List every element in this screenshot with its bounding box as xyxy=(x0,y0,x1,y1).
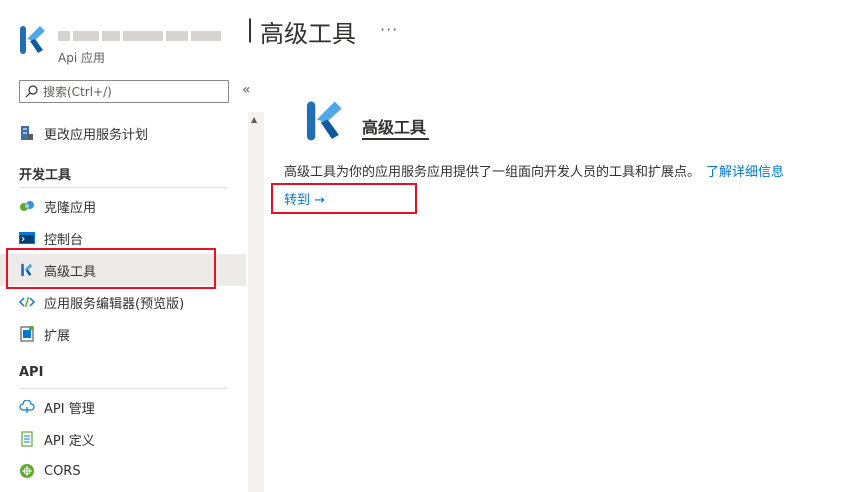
search-icon xyxy=(25,85,38,98)
sidebar-item-label: 克隆应用 xyxy=(44,200,97,216)
sidebar-item-app-service-editor[interactable]: 应用服务编辑器(预览版) xyxy=(0,286,246,318)
sidebar-item-api-management[interactable]: API 管理 xyxy=(0,391,246,423)
more-options-button[interactable]: ··· xyxy=(380,20,398,39)
sidebar-item-change-plan[interactable]: 更改应用服务计划 xyxy=(0,117,246,149)
kudu-icon xyxy=(19,262,35,278)
resource-type-subtitle: Api 应用 xyxy=(58,51,105,65)
sidebar-item-label: 高级工具 xyxy=(44,264,97,280)
title-separator: | xyxy=(246,15,255,43)
go-link[interactable]: 转到 → xyxy=(284,189,325,208)
section-divider xyxy=(19,388,227,389)
sidebar-item-label: 控制台 xyxy=(44,232,84,248)
learn-more-link[interactable]: 了解详细信息 xyxy=(706,165,784,180)
sidebar-item-label: CORS xyxy=(44,463,81,479)
sidebar-item-label: 应用服务编辑器(预览版) xyxy=(44,296,185,312)
sidebar-item-label: API 定义 xyxy=(44,433,95,449)
resource-name-redacted xyxy=(58,26,244,42)
section-header-api: API xyxy=(19,365,44,380)
sidebar-item-label: 扩展 xyxy=(44,328,71,344)
api-management-icon xyxy=(19,399,35,415)
section-divider xyxy=(19,187,227,188)
code-editor-icon xyxy=(19,294,35,310)
extensions-icon xyxy=(19,326,35,342)
clone-icon xyxy=(19,198,35,214)
description-text: 高级工具为你的应用服务应用提供了一组面向开发人员的工具和扩展点。 了解详细信息 xyxy=(284,161,784,180)
collapse-sidebar-button[interactable]: « xyxy=(242,82,251,98)
sidebar-nav: 更改应用服务计划 开发工具 克隆应用 控制台 高级工具 应用服务编辑器(预览版)… xyxy=(0,112,248,492)
sidebar-item-cors[interactable]: CORS xyxy=(0,455,246,487)
api-definition-icon xyxy=(19,431,35,447)
search-box[interactable] xyxy=(19,80,229,103)
page-header: | 高级工具 ··· Api 应用 xyxy=(0,0,843,70)
sidebar-item-advanced-tools[interactable]: 高级工具 xyxy=(0,254,246,286)
description-body: 高级工具为你的应用服务应用提供了一组面向开发人员的工具和扩展点。 xyxy=(284,165,701,180)
sidebar-item-clone-app[interactable]: 克隆应用 xyxy=(0,190,246,222)
sidebar-scrollbar[interactable]: ▲ xyxy=(248,112,264,492)
scroll-up-arrow-icon[interactable]: ▲ xyxy=(251,115,257,124)
sidebar-item-console[interactable]: 控制台 xyxy=(0,222,246,254)
title-underline xyxy=(362,138,429,140)
content-title: 高级工具 xyxy=(362,118,427,137)
kudu-logo-icon xyxy=(20,26,45,54)
sidebar-item-extensions[interactable]: 扩展 xyxy=(0,318,246,350)
cors-icon xyxy=(19,463,35,479)
section-header-dev-tools: 开发工具 xyxy=(19,168,72,183)
console-icon xyxy=(19,230,35,246)
sidebar-item-label: API 管理 xyxy=(44,401,95,417)
sidebar-item-label: 更改应用服务计划 xyxy=(44,127,149,143)
page-title: 高级工具 xyxy=(260,20,356,48)
kudu-large-icon xyxy=(306,101,342,141)
sidebar-item-api-definition[interactable]: API 定义 xyxy=(0,423,246,455)
search-input[interactable] xyxy=(43,84,223,99)
app-service-plan-icon xyxy=(19,125,35,141)
